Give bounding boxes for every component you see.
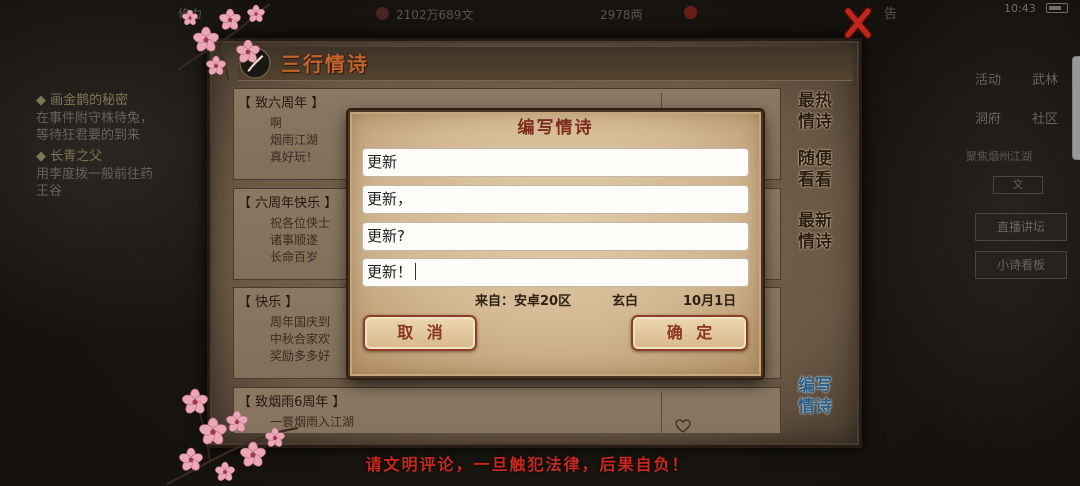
- field-text: 更新！: [367, 263, 413, 281]
- write-poem-dialog: 编写情诗 更新 更新， 更新? 更新！ 来自：安卓20区 玄白 10月1日 取 …: [348, 110, 763, 378]
- tab-label-line: 最热: [798, 91, 832, 111]
- tab-label-line: 编写: [798, 376, 832, 396]
- menu-activity[interactable]: 活动: [975, 73, 1001, 89]
- ingot-icon: [684, 6, 697, 19]
- field-text: 更新?: [367, 227, 405, 245]
- silver-amount: 2978两: [600, 8, 643, 22]
- tab-label-line: 随便: [798, 149, 832, 169]
- card-column-divider: [661, 392, 662, 433]
- coin-icon: [376, 7, 389, 20]
- close-icon[interactable]: [842, 6, 874, 40]
- menu-community[interactable]: 社区: [1032, 112, 1058, 128]
- tab-label-line: 最新: [798, 211, 832, 231]
- quest-description: 王谷: [36, 184, 63, 199]
- confirm-button[interactable]: 确 定: [631, 315, 748, 351]
- menu-wulin[interactable]: 武林: [1032, 73, 1058, 89]
- cherry-blossom-icon: [177, 447, 205, 473]
- cherry-blossom-decoration: [178, 3, 271, 81]
- quest-description: 用李度拨一般前往药: [36, 167, 154, 182]
- cherry-blossom-icon: [191, 26, 221, 54]
- poem-line-2-field[interactable]: 更新，: [362, 185, 749, 214]
- tab-label-line: 情诗: [798, 112, 832, 132]
- comment-warning: 请文明评论，一旦触犯法律，后果自负！: [365, 455, 690, 474]
- cherry-blossom-icon: [181, 9, 199, 27]
- poem-lines: 周年国庆到 中秋合家欢 奖励多多好: [270, 314, 330, 365]
- write-poem-button[interactable]: 编写 情诗: [793, 376, 837, 418]
- poem-card[interactable]: 【 致烟雨6周年 】 一蓑烟雨入江湖: [233, 387, 781, 433]
- tab-newest-poems[interactable]: 最新 情诗: [793, 211, 837, 253]
- server-source: 来自：安卓20区: [475, 294, 572, 309]
- poem-line: 诸事顺遂: [270, 233, 319, 247]
- field-text: 更新: [367, 153, 398, 171]
- dialog-title: 编写情诗: [517, 118, 594, 138]
- poem-line: 奖励多多好: [270, 349, 331, 363]
- field-text: 更新，: [367, 190, 413, 208]
- cancel-button[interactable]: 取 消: [363, 315, 477, 351]
- tab-label-line: 看看: [798, 170, 832, 190]
- poem-lines: 啊 烟雨江湖 真好玩！: [270, 115, 318, 166]
- panel-title: 三行情诗: [281, 52, 369, 76]
- menu-cave[interactable]: 洞府: [975, 112, 1001, 128]
- copper-amount: 2102万689文: [396, 8, 474, 22]
- cherry-blossom-icon: [180, 388, 210, 416]
- side-drawer-handle[interactable]: [1072, 56, 1080, 160]
- poem-line-3-field[interactable]: 更新?: [362, 222, 749, 251]
- poem-line: 真好玩！: [270, 150, 319, 164]
- poem-title-field[interactable]: 更新！: [362, 258, 749, 287]
- poem-title: 【 六周年快乐 】: [238, 196, 338, 211]
- heart-icon[interactable]: [675, 419, 691, 433]
- poem-board-button[interactable]: 小诗看板: [975, 251, 1067, 279]
- quest-item[interactable]: ◆ 画金鹊的秘密 在事件附守株待兔， 等待狂君要的到来: [36, 92, 186, 144]
- poem-line: 周年国庆到: [270, 315, 331, 329]
- poem-line: 中秋合家欢: [270, 332, 331, 346]
- poem-line: 烟雨江湖: [270, 133, 319, 147]
- cherry-blossom-icon: [234, 39, 262, 65]
- tab-label-line: 情诗: [798, 397, 832, 417]
- cherry-blossom-icon: [217, 8, 243, 32]
- quest-title: ◆ 长青之父: [36, 149, 103, 164]
- notice-button[interactable]: 告: [884, 8, 897, 22]
- quest-tracker[interactable]: ◆ 画金鹊的秘密 在事件附守株待兔， 等待狂君要的到来 ◆ 长青之父 用李度拨一…: [36, 92, 186, 200]
- quest-title: ◆ 画金鹊的秘密: [36, 93, 129, 108]
- text-cursor: [415, 263, 417, 280]
- poem-title: 【 致六周年 】: [238, 96, 325, 111]
- quest-description: 等待狂君要的到来: [36, 128, 141, 143]
- tab-label-line: 情诗: [798, 232, 832, 252]
- post-date: 10月1日: [683, 294, 737, 309]
- poem-line: 长命百岁: [270, 250, 319, 264]
- poem-line: 啊: [270, 116, 283, 130]
- cherry-blossom-icon: [213, 461, 237, 483]
- location-info: 聚焦烟州江湖: [966, 150, 1032, 163]
- author-name: 玄白: [612, 294, 639, 309]
- small-tag-button[interactable]: 文: [993, 176, 1043, 194]
- poem-title: 【 快乐 】: [238, 295, 299, 310]
- poem-line-1-field[interactable]: 更新: [362, 148, 749, 177]
- poem-line: 祝各位侠士: [270, 216, 331, 230]
- tab-hottest-poems[interactable]: 最热 情诗: [793, 91, 837, 133]
- lecture-button[interactable]: 直播讲坛: [975, 213, 1067, 241]
- tab-random-browse[interactable]: 随便 看看: [793, 149, 837, 191]
- cherry-blossom-icon: [224, 410, 250, 434]
- battery-icon: [1046, 3, 1068, 13]
- quest-description: 在事件附守株待兔，: [36, 111, 154, 126]
- poem-lines: 祝各位侠士 诸事顺遂 长命百岁: [270, 215, 330, 266]
- status-time: 10:43: [1004, 2, 1036, 15]
- quest-item[interactable]: ◆ 长青之父 用李度拨一般前往药 王谷: [36, 148, 186, 200]
